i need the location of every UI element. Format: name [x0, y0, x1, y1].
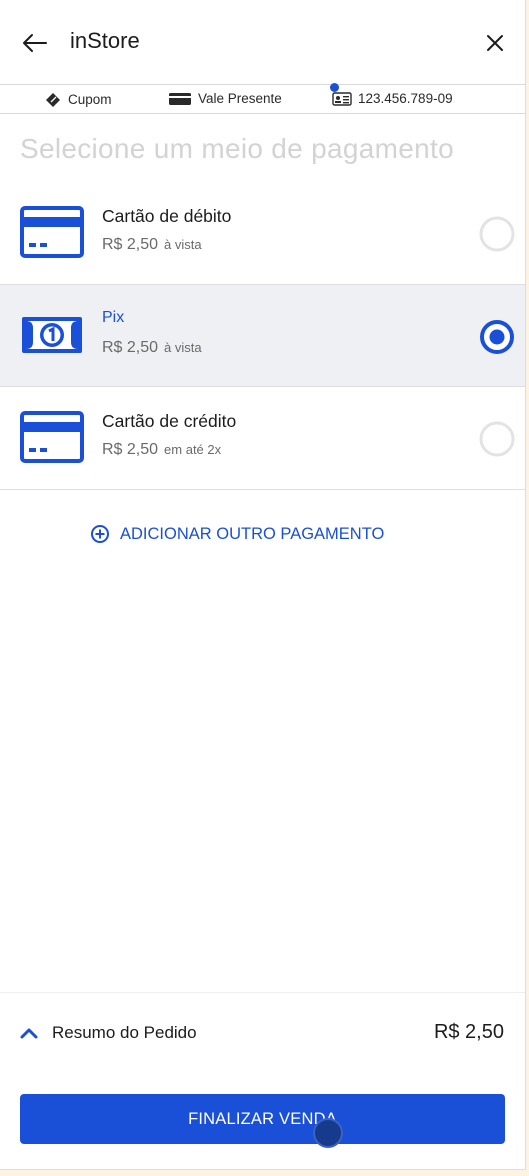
gift-card-label: Vale Presente — [198, 91, 282, 106]
back-button[interactable] — [18, 26, 52, 60]
price-note: à vista — [164, 340, 202, 355]
summary-label: Resumo do Pedido — [52, 1023, 197, 1042]
close-icon — [487, 35, 503, 51]
touch-indicator — [313, 1118, 343, 1148]
gift-card-button[interactable]: Vale Presente — [168, 91, 282, 106]
customer-id-button[interactable]: 123.456.789-09 — [332, 91, 453, 106]
arrow-left-icon — [23, 34, 47, 52]
radio-button-selected[interactable] — [479, 319, 515, 355]
id-card-icon — [332, 91, 352, 106]
payment-option-price: R$ 2,50 em até 2x — [102, 441, 221, 459]
add-payment-button[interactable]: ADICIONAR OUTRO PAGAMENTO — [90, 524, 384, 544]
payment-option-name: Pix — [102, 309, 125, 326]
payment-option-price: R$ 2,50 à vista — [102, 339, 202, 357]
price-value: R$ 2,50 — [102, 339, 159, 356]
banknote-icon — [22, 317, 82, 353]
chevron-up-icon — [20, 1028, 38, 1039]
info-bar: Cupom Vale Presente 123.456.789-09 — [0, 83, 525, 114]
price-note: à vista — [164, 237, 202, 252]
payment-option-name: Cartão de débito — [102, 206, 232, 226]
price-note: em até 2x — [164, 442, 222, 457]
header: inStore — [0, 0, 525, 84]
payment-option-name: Cartão de crédito — [102, 411, 237, 431]
credit-card-icon — [20, 206, 84, 258]
payment-option-credit[interactable]: Cartão de crédito R$ 2,50 em até 2x — [0, 387, 525, 490]
customer-id-value: 123.456.789-09 — [358, 91, 453, 106]
order-summary: Resumo do Pedido R$ 2,50 — [0, 992, 525, 1074]
summary-toggle[interactable]: Resumo do Pedido — [20, 1023, 197, 1043]
add-payment-label: ADICIONAR OUTRO PAGAMENTO — [120, 524, 385, 543]
gift-card-icon — [169, 92, 191, 105]
ticket-icon — [46, 93, 60, 107]
page-title: inStore — [70, 28, 140, 53]
credit-card-icon — [20, 411, 84, 463]
coupon-button[interactable]: Cupom — [44, 91, 112, 107]
coupon-label: Cupom — [68, 91, 112, 107]
price-value: R$ 2,50 — [102, 441, 159, 458]
radio-button[interactable] — [479, 421, 515, 457]
section-title: Selecione um meio de pagamento — [20, 133, 454, 164]
finish-sale-button[interactable]: FINALIZAR VENDA — [20, 1094, 505, 1144]
payment-option-price: R$ 2,50 à vista — [102, 236, 202, 254]
plus-circle-icon — [91, 525, 109, 543]
payment-option-pix[interactable]: Pix R$ 2,50 à vista — [0, 284, 525, 387]
close-button[interactable] — [478, 26, 512, 60]
price-value: R$ 2,50 — [102, 236, 159, 253]
order-total: R$ 2,50 — [433, 1021, 504, 1043]
payment-option-debit[interactable]: Cartão de débito R$ 2,50 à vista — [0, 182, 525, 285]
app-window: inStore Cupom Vale Presente 123.456.789-… — [0, 0, 526, 1170]
radio-button[interactable] — [479, 216, 515, 252]
